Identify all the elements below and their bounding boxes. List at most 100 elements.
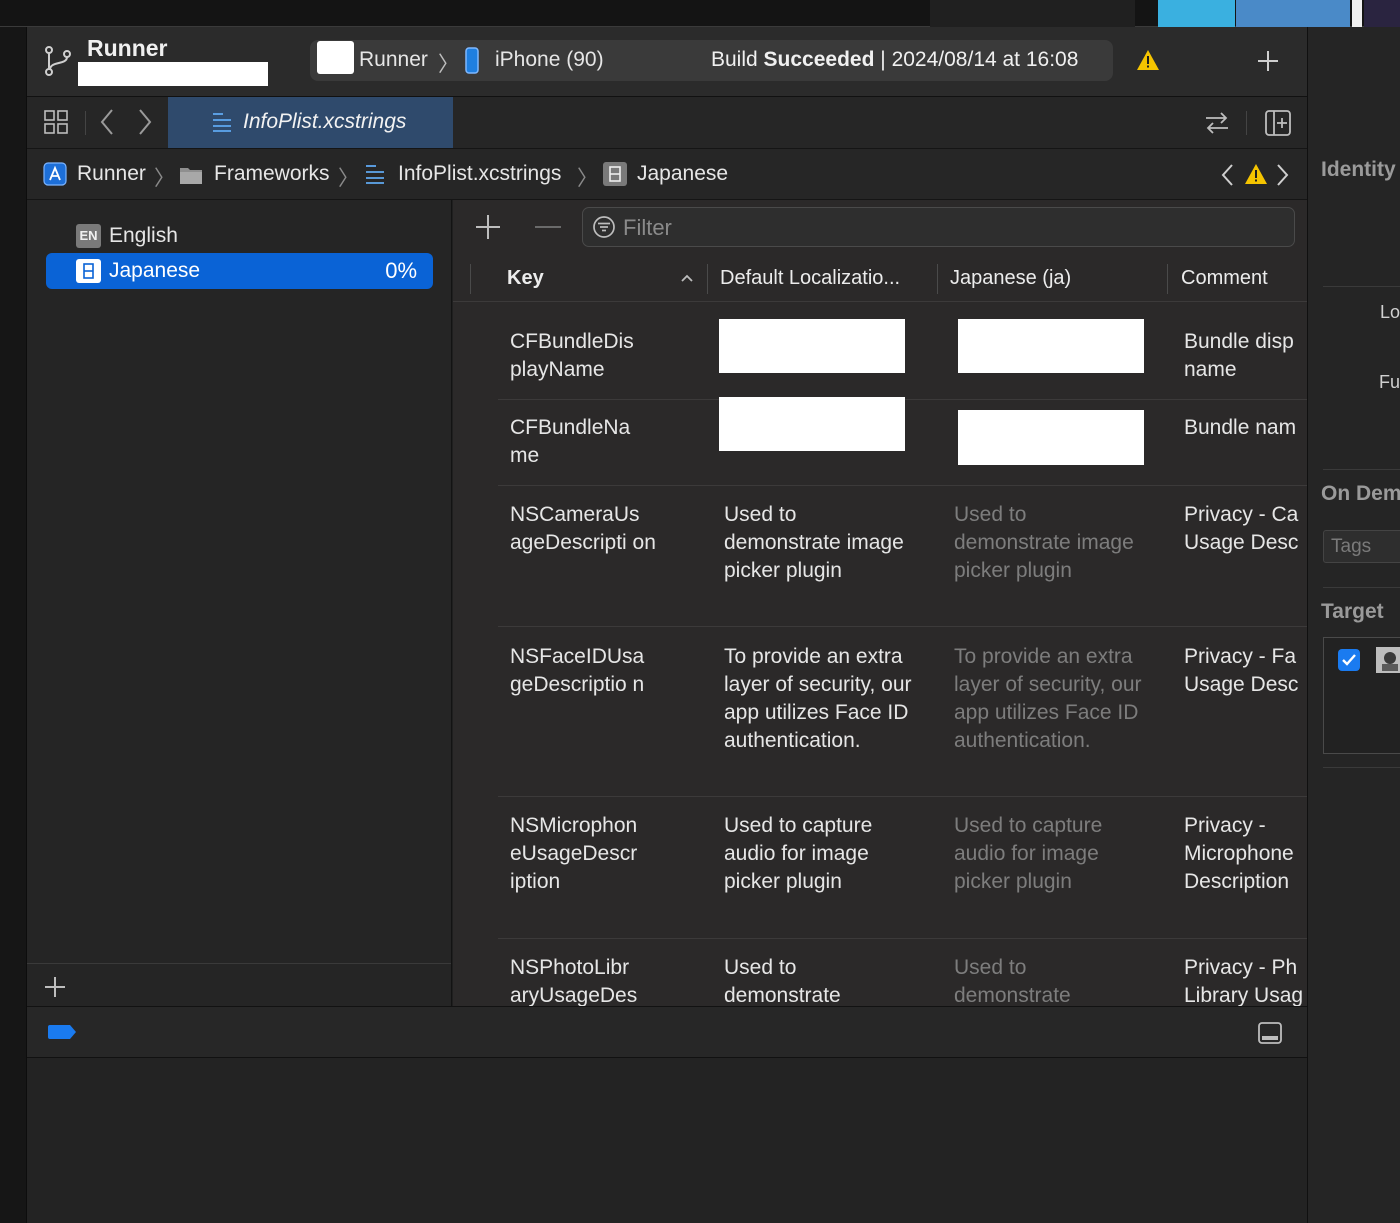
table-row[interactable]: CFBundleNa me Bundle nam [453,397,1307,485]
cell-japanese-value[interactable]: Used to capture audio for image picker p… [954,812,1144,896]
cell-japanese-value[interactable]: Used to demonstrate [954,954,1144,1006]
divider [85,111,86,135]
filter-icon [592,215,616,239]
background-window-thumbnail [930,0,1135,27]
add-language-icon[interactable] [44,976,66,998]
swap-editor-icon[interactable] [1204,110,1230,136]
column-separator [707,264,708,294]
divider [1323,767,1400,768]
cell-default-value: Used to demonstrate image picker plugin [724,503,904,582]
column-header-key[interactable]: Key [507,267,544,290]
background-window-thumbnail [1352,0,1362,27]
sort-ascending-icon[interactable] [680,273,694,283]
chevron-right-icon: 〉 [338,167,359,190]
breadcrumb-file[interactable]: InfoPlist.xcstrings [398,162,561,186]
language-item-english[interactable]: EN English [45,218,433,253]
build-status-prefix: Build [711,48,758,71]
table-row[interactable]: CFBundleDis playName Bundle disp name [453,303,1307,399]
cell-key: NSPhotoLibr aryUsageDes [510,956,638,1006]
target-checkbox[interactable] [1338,649,1360,671]
language-item-japanese[interactable]: Japanese 0% [46,253,433,289]
breakpoints-icon[interactable] [48,1024,77,1040]
iphone-icon [465,47,479,74]
tab-bar: InfoPlist.xcstrings [27,97,1307,149]
source-control-icon[interactable] [43,45,73,77]
full-path-label: Fu [1379,372,1400,392]
divider [1323,469,1400,470]
activity-view[interactable]: Runner 〉 iPhone (90) Build Succeeded | 2… [310,40,1113,81]
tab-infoplist[interactable]: InfoPlist.xcstrings [168,97,453,148]
target-list [1323,637,1400,754]
language-label: English [109,224,178,247]
breadcrumb-japanese[interactable]: Japanese [637,162,728,186]
redacted-japanese-value[interactable] [958,319,1144,373]
previous-issue-icon[interactable] [1220,162,1234,188]
filter-field[interactable]: Filter [582,207,1295,247]
breadcrumb-frameworks[interactable]: Frameworks [214,162,330,186]
location-label: Lo [1380,302,1400,322]
back-icon[interactable] [99,108,115,136]
column-header-comment[interactable]: Comment [1181,267,1268,290]
background-window-thumbnail [1364,0,1400,27]
cell-default-value: To provide an extra layer of security, o… [724,645,912,752]
redacted-branch [78,62,268,86]
table-row[interactable]: NSMicrophon eUsageDescr iption Used to c… [453,797,1307,938]
destination-selector[interactable]: iPhone (90) [495,48,604,72]
divider [1323,587,1400,588]
column-header-japanese[interactable]: Japanese (ja) [950,267,1071,290]
add-icon[interactable] [1256,49,1280,73]
cell-default-value: Used to demonstrate [724,956,841,1006]
strings-file-icon [211,111,233,133]
cell-default-value: Used to capture audio for image picker p… [724,814,873,893]
language-label: Japanese [109,259,201,282]
cell-comment: Privacy - Ca Usage Desc [1184,503,1299,554]
table-row[interactable]: NSFaceIDUsa geDescriptio n To provide an… [453,627,1307,796]
strings-file-icon [364,163,386,185]
chevron-right-icon: 〉 [577,167,598,190]
background-window-thumbnail [1158,0,1235,27]
folder-icon [179,165,203,185]
scheme-selector[interactable]: Runner [359,48,428,72]
divider [27,963,451,964]
divider [1323,286,1400,287]
cell-comment: Privacy - Microphone Description [1184,814,1294,893]
redacted-default-value [719,319,905,373]
tags-placeholder: Tags [1331,536,1372,557]
toolbar: Runner Runner 〉 iPhone (90) Build Succee… [27,27,1307,97]
add-string-icon[interactable] [475,214,501,240]
chevron-right-icon: 〉 [154,167,175,190]
build-status-time: | 2024/08/14 at 16:08 [880,48,1079,71]
remove-string-icon[interactable] [535,226,561,228]
language-sidebar: EN English Japanese 0% [27,200,452,1006]
cell-japanese-value[interactable]: Used to demonstrate image picker plugin [954,501,1144,585]
toggle-debug-area-icon[interactable] [1257,1021,1283,1045]
cell-key: NSFaceIDUsa geDescriptio n [510,645,645,696]
background-window-thumbnail [1236,0,1350,27]
add-editor-icon[interactable] [1265,110,1291,136]
warning-icon[interactable] [1244,163,1268,185]
tab-label: InfoPlist.xcstrings [243,110,407,133]
table-header: Key Default Localizatio... Japanese (ja)… [453,256,1307,302]
chevron-right-icon: 〉 [438,53,459,76]
table-row[interactable]: NSCameraUs ageDescripti on Used to demon… [453,486,1307,626]
cell-japanese-value[interactable]: To provide an extra layer of security, o… [954,643,1144,755]
table-row[interactable]: NSPhotoLibr aryUsageDes Used to demonstr… [453,939,1307,1006]
build-status: Build Succeeded | 2024/08/14 at 16:08 [711,48,1078,72]
breadcrumb: Runner 〉 Frameworks 〉 InfoPlist.xcstring… [27,149,1307,200]
column-separator [937,264,938,294]
desktop-strip [0,0,1400,27]
on-demand-heading: On Dem [1321,482,1400,505]
target-app-icon [1376,647,1400,673]
forward-icon[interactable] [137,108,153,136]
build-status-result: Succeeded [763,48,875,71]
column-header-default[interactable]: Default Localizatio... [720,267,900,290]
language-icon [602,161,628,187]
related-items-icon[interactable] [44,110,69,135]
cell-key: NSMicrophon eUsageDescr iption [510,814,638,893]
tags-field[interactable]: Tags [1323,530,1400,563]
warning-icon[interactable] [1136,49,1160,71]
breadcrumb-runner[interactable]: Runner [77,162,146,186]
next-issue-icon[interactable] [1276,162,1290,188]
cell-comment: Privacy - Fa Usage Desc [1184,645,1299,696]
redacted-japanese-value[interactable] [958,410,1144,465]
